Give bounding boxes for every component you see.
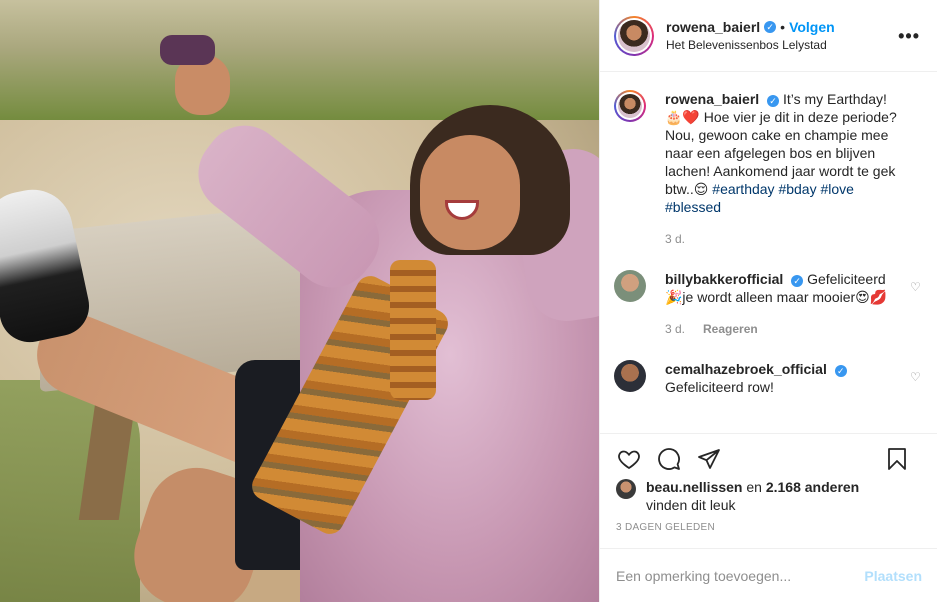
caption-avatar[interactable] [614,90,646,122]
cake-piece [160,35,215,65]
comment-username[interactable]: billybakkerofficial [665,271,783,287]
post-date[interactable]: 3 DAGEN GELEDEN [616,522,715,533]
background-grass [0,0,599,120]
scarf-end [390,260,436,400]
likes-count[interactable]: 2.168 anderen [766,479,859,495]
comment-time[interactable]: 3 d. [665,320,685,338]
liker-avatar[interactable] [616,479,636,499]
verified-icon: ✓ [764,21,777,33]
likes-summary: beau.nellissen en 2.168 anderen vinden d… [616,478,926,514]
post-photo[interactable] [0,0,599,602]
post-header: rowena_baierl ✓ • Volgen Het Belevenisse… [600,0,937,72]
verified-icon: ✓ [791,275,804,287]
heart-icon[interactable] [614,444,644,474]
post-sidebar: rowena_baierl ✓ • Volgen Het Belevenisse… [599,0,937,602]
location-link[interactable]: Het Belevenissenbos Lelystad [666,38,835,52]
comment-username[interactable]: cemalhazebroek_official [665,361,827,377]
author-username[interactable]: rowena_baierl [666,19,760,35]
verified-icon: ✓ [834,365,847,377]
reply-button[interactable]: Reageren [703,320,758,338]
caption: rowena_baierl ✓ It’s my Earthday! 🎂❤️ Ho… [614,90,922,248]
face [420,135,520,250]
comment-input[interactable] [616,567,865,584]
comment-icon[interactable] [654,444,684,474]
likes-connector: en [746,479,762,495]
more-icon[interactable]: ••• [898,26,920,47]
author-avatar[interactable] [614,15,654,56]
comment-text: Gefeliciteerd row! [665,379,774,395]
add-comment-bar: Plaatsen [600,548,937,602]
caption-time[interactable]: 3 d. [665,230,685,248]
separator-dot: • [780,19,786,35]
action-bar [600,433,937,483]
likes-suffix: vinden dit leuk [646,497,736,513]
list-item: cemalhazebroek_official ✓ Gefeliciteerd … [614,360,922,396]
commenter-avatar[interactable] [614,270,646,302]
verified-icon: ✓ [767,95,780,107]
comments-section[interactable]: rowena_baierl ✓ It’s my Earthday! 🎂❤️ Ho… [600,72,937,433]
list-item: billybakkerofficial ✓ Gefeliciteerd 🎉je … [614,270,922,338]
follow-button[interactable]: Volgen [789,19,835,35]
bookmark-icon[interactable] [882,444,912,474]
post-comment-button[interactable]: Plaatsen [864,568,922,584]
heart-small-icon[interactable]: ♡ [910,280,922,294]
share-icon[interactable] [694,444,724,474]
liker-username[interactable]: beau.nellissen [646,479,742,495]
heart-small-icon[interactable]: ♡ [910,370,922,384]
caption-username[interactable]: rowena_baierl [665,91,759,107]
commenter-avatar[interactable] [614,360,646,392]
